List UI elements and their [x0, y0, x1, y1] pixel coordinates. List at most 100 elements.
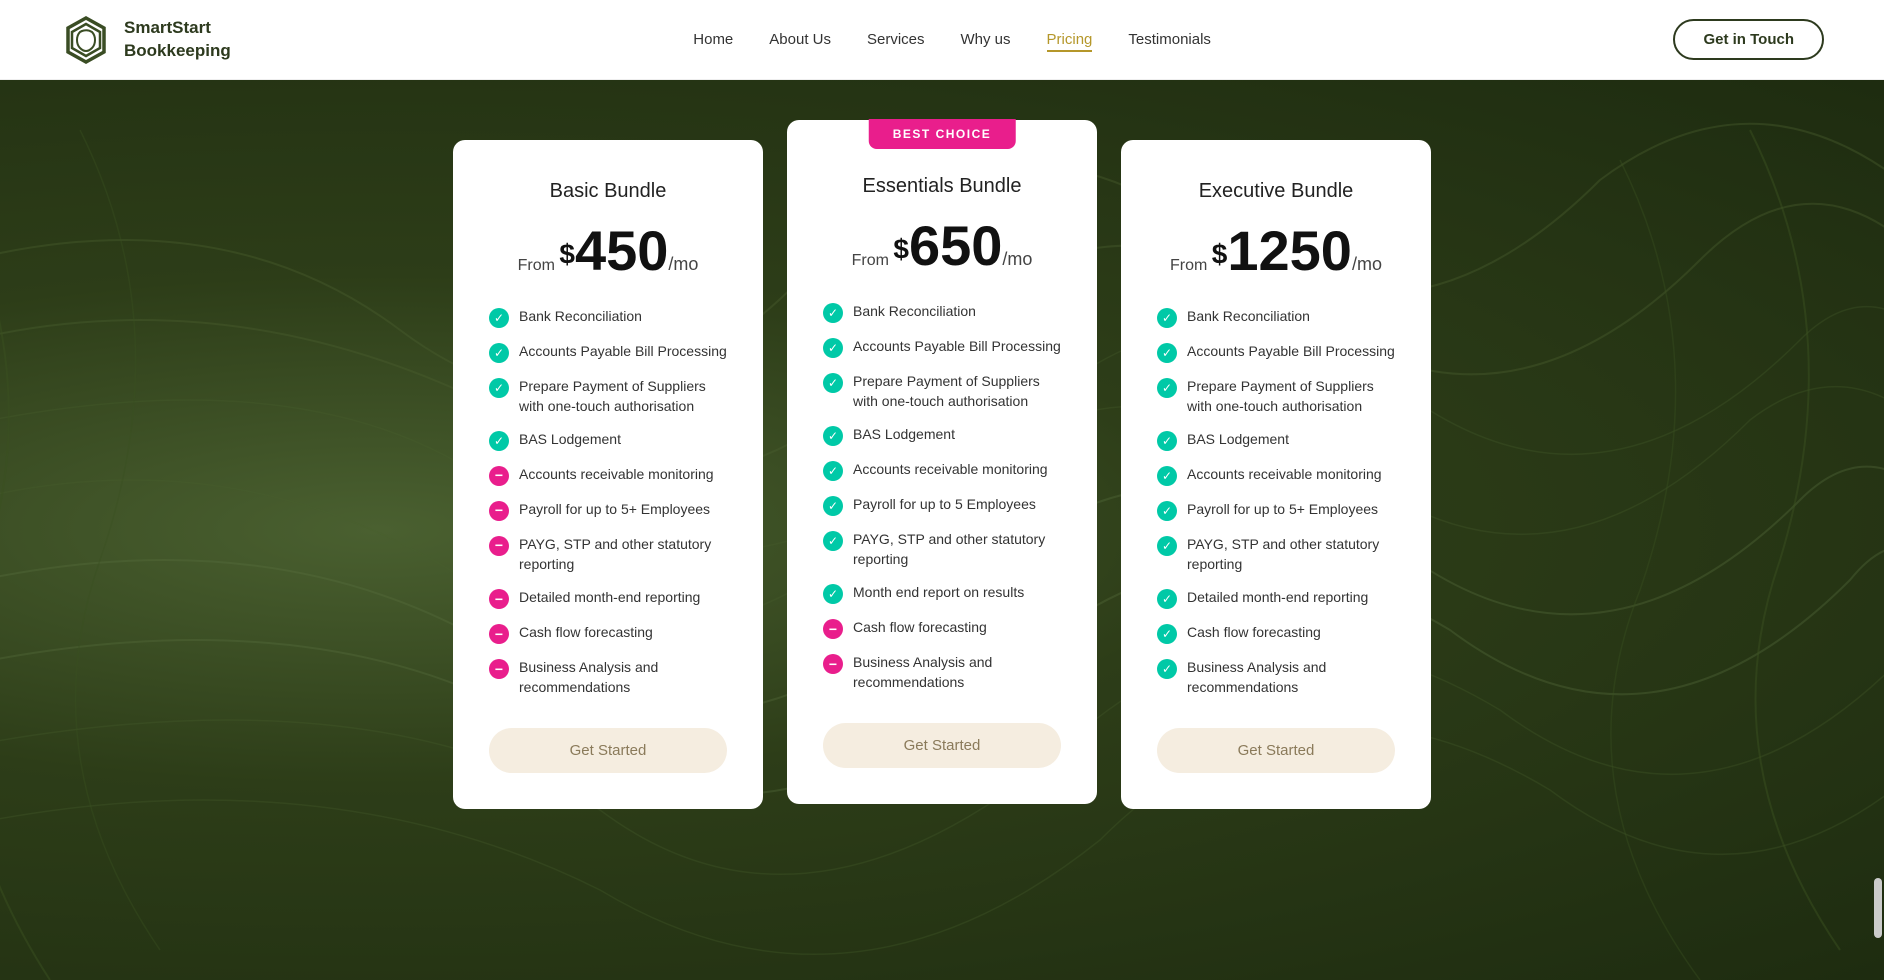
- check-icon: ✓: [823, 531, 843, 551]
- feature-item: ✓BAS Lodgement: [489, 430, 727, 451]
- cross-icon: −: [489, 589, 509, 609]
- feature-item: ✓Accounts Payable Bill Processing: [1157, 342, 1395, 363]
- check-icon: ✓: [489, 431, 509, 451]
- check-icon: ✓: [823, 461, 843, 481]
- get-in-touch-button[interactable]: Get in Touch: [1673, 19, 1824, 60]
- feature-item: ✓Prepare Payment of Suppliers with one-t…: [823, 372, 1061, 411]
- nav-item-home[interactable]: Home: [693, 31, 733, 49]
- feature-item: ✓Payroll for up to 5 Employees: [823, 495, 1061, 516]
- check-icon: ✓: [1157, 536, 1177, 556]
- price-from-essentials: From: [852, 252, 889, 269]
- price-mo-basic: /mo: [668, 254, 698, 274]
- feature-item: ✓Accounts receivable monitoring: [1157, 465, 1395, 486]
- nav-item-about[interactable]: About Us: [769, 31, 831, 49]
- price-mo-executive: /mo: [1352, 254, 1382, 274]
- price-from-basic: From: [518, 257, 555, 274]
- nav-item-services[interactable]: Services: [867, 31, 925, 49]
- navbar: SmartStart Bookkeeping Home About Us Ser…: [0, 0, 1884, 80]
- price-area-essentials: From $650/mo: [823, 218, 1061, 274]
- feature-item: ✓Accounts receivable monitoring: [823, 460, 1061, 481]
- feature-item: ✓Business Analysis and recommendations: [1157, 658, 1395, 697]
- main-content: Basic Bundle From $450/mo ✓Bank Reconcil…: [0, 80, 1884, 980]
- get-started-button-executive[interactable]: Get Started: [1157, 728, 1395, 773]
- pricing-container: Basic Bundle From $450/mo ✓Bank Reconcil…: [242, 120, 1642, 829]
- check-icon: ✓: [489, 343, 509, 363]
- price-amount-essentials: 650: [909, 214, 1002, 277]
- nav-item-pricing[interactable]: Pricing: [1047, 31, 1093, 49]
- cross-icon: −: [823, 654, 843, 674]
- features-list-executive: ✓Bank Reconciliation ✓Accounts Payable B…: [1157, 307, 1395, 698]
- pricing-card-basic: Basic Bundle From $450/mo ✓Bank Reconcil…: [453, 140, 763, 809]
- cross-icon: −: [489, 659, 509, 679]
- feature-item: −Business Analysis and recommendations: [823, 653, 1061, 692]
- feature-item: ✓Cash flow forecasting: [1157, 623, 1395, 644]
- feature-item: ✓Detailed month-end reporting: [1157, 588, 1395, 609]
- get-started-button-essentials[interactable]: Get Started: [823, 723, 1061, 768]
- feature-item: ✓BAS Lodgement: [1157, 430, 1395, 451]
- feature-item: ✓Payroll for up to 5+ Employees: [1157, 500, 1395, 521]
- feature-item: −Accounts receivable monitoring: [489, 465, 727, 486]
- check-icon: ✓: [823, 373, 843, 393]
- feature-item: ✓PAYG, STP and other statutory reporting: [823, 530, 1061, 569]
- feature-item: −Cash flow forecasting: [489, 623, 727, 644]
- check-icon: ✓: [1157, 466, 1177, 486]
- get-started-button-basic[interactable]: Get Started: [489, 728, 727, 773]
- feature-item: ✓Bank Reconciliation: [489, 307, 727, 328]
- check-icon: ✓: [1157, 378, 1177, 398]
- check-icon: ✓: [1157, 624, 1177, 644]
- logo-area: SmartStart Bookkeeping: [60, 14, 231, 66]
- feature-item: ✓BAS Lodgement: [823, 425, 1061, 446]
- scroll-indicator: [1874, 878, 1882, 938]
- price-area-executive: From $1250/mo: [1157, 223, 1395, 279]
- cross-icon: −: [489, 501, 509, 521]
- check-icon: ✓: [823, 338, 843, 358]
- pricing-card-executive: Executive Bundle From $1250/mo ✓Bank Rec…: [1121, 140, 1431, 809]
- feature-item: ✓Accounts Payable Bill Processing: [823, 337, 1061, 358]
- price-area-basic: From $450/mo: [489, 223, 727, 279]
- check-icon: ✓: [823, 584, 843, 604]
- check-icon: ✓: [1157, 659, 1177, 679]
- feature-item: ✓Month end report on results: [823, 583, 1061, 604]
- feature-item: ✓Accounts Payable Bill Processing: [489, 342, 727, 363]
- price-dollar-executive: $: [1212, 239, 1228, 270]
- nav-links: Home About Us Services Why us Pricing Te…: [693, 31, 1211, 49]
- price-dollar-basic: $: [559, 239, 575, 270]
- check-icon: ✓: [1157, 308, 1177, 328]
- check-icon: ✓: [489, 378, 509, 398]
- cross-icon: −: [823, 619, 843, 639]
- feature-item: ✓Bank Reconciliation: [823, 302, 1061, 323]
- feature-item: −Cash flow forecasting: [823, 618, 1061, 639]
- feature-item: −PAYG, STP and other statutory reporting: [489, 535, 727, 574]
- card-title-essentials: Essentials Bundle: [823, 175, 1061, 198]
- pricing-card-essentials: BEST CHOICE Essentials Bundle From $650/…: [787, 120, 1097, 804]
- feature-item: ✓Bank Reconciliation: [1157, 307, 1395, 328]
- price-dollar-essentials: $: [893, 234, 909, 265]
- check-icon: ✓: [1157, 589, 1177, 609]
- feature-item: ✓Prepare Payment of Suppliers with one-t…: [1157, 377, 1395, 416]
- check-icon: ✓: [823, 496, 843, 516]
- nav-item-whyus[interactable]: Why us: [961, 31, 1011, 49]
- check-icon: ✓: [1157, 343, 1177, 363]
- feature-item: ✓Prepare Payment of Suppliers with one-t…: [489, 377, 727, 416]
- feature-item: −Detailed month-end reporting: [489, 588, 727, 609]
- features-list-basic: ✓Bank Reconciliation ✓Accounts Payable B…: [489, 307, 727, 698]
- check-icon: ✓: [823, 303, 843, 323]
- best-choice-badge: BEST CHOICE: [869, 119, 1016, 149]
- feature-item: −Payroll for up to 5+ Employees: [489, 500, 727, 521]
- price-amount-executive: 1250: [1227, 219, 1352, 282]
- cross-icon: −: [489, 536, 509, 556]
- brand-name: SmartStart Bookkeeping: [124, 17, 231, 61]
- cross-icon: −: [489, 624, 509, 644]
- card-title-executive: Executive Bundle: [1157, 180, 1395, 203]
- card-title-basic: Basic Bundle: [489, 180, 727, 203]
- check-icon: ✓: [823, 426, 843, 446]
- price-mo-essentials: /mo: [1002, 249, 1032, 269]
- price-amount-basic: 450: [575, 219, 668, 282]
- check-icon: ✓: [1157, 501, 1177, 521]
- feature-item: ✓PAYG, STP and other statutory reporting: [1157, 535, 1395, 574]
- logo-icon: [60, 14, 112, 66]
- nav-item-testimonials[interactable]: Testimonials: [1128, 31, 1211, 49]
- features-list-essentials: ✓Bank Reconciliation ✓Accounts Payable B…: [823, 302, 1061, 693]
- check-icon: ✓: [1157, 431, 1177, 451]
- cross-icon: −: [489, 466, 509, 486]
